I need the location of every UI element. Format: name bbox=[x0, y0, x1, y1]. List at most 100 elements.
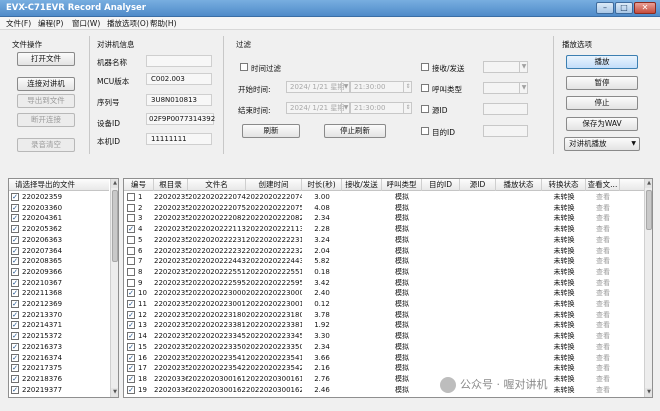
checkbox[interactable]: ✓ bbox=[11, 214, 19, 223]
checkbox[interactable]: ✓ bbox=[11, 364, 19, 373]
view-link[interactable]: 查看 bbox=[586, 331, 620, 341]
dest-id-input[interactable] bbox=[483, 125, 528, 137]
recv-send-checkbox[interactable] bbox=[421, 63, 429, 71]
list-item[interactable]: ✓ 220202359 bbox=[9, 192, 109, 202]
view-link[interactable]: 查看 bbox=[586, 342, 620, 352]
table-row[interactable]: 722020235920220202224431202202022244315.… bbox=[124, 256, 644, 266]
play-button[interactable]: 播放 bbox=[566, 55, 638, 69]
list-item[interactable]: ✓ 220211368 bbox=[9, 288, 109, 298]
list-item[interactable]: ✓ 220217375 bbox=[9, 363, 109, 373]
pause-button[interactable]: 暂停 bbox=[566, 76, 638, 90]
column-header[interactable]: 接收/发送 bbox=[342, 179, 382, 191]
checkbox[interactable]: ✓ bbox=[11, 353, 19, 362]
view-link[interactable]: 查看 bbox=[586, 224, 620, 234]
scroll-thumb[interactable] bbox=[112, 190, 118, 262]
table-scrollbar[interactable]: ▲ ▼ bbox=[644, 179, 652, 397]
checkbox[interactable]: ✓ bbox=[11, 203, 19, 212]
checkbox[interactable]: ✓ bbox=[11, 235, 19, 244]
table-row[interactable]: ✓112202023592022020223001820220202230018… bbox=[124, 299, 644, 309]
view-link[interactable]: 查看 bbox=[586, 192, 620, 202]
view-link[interactable]: 查看 bbox=[586, 203, 620, 213]
column-header[interactable]: 文件名 bbox=[188, 179, 246, 191]
column-header[interactable]: 查看文... bbox=[586, 179, 620, 191]
checkbox[interactable]: ✓ bbox=[11, 225, 19, 234]
column-header[interactable]: 转换状态 bbox=[542, 179, 586, 191]
scroll-down-icon[interactable]: ▼ bbox=[645, 388, 652, 397]
checkbox[interactable]: ✓ bbox=[11, 374, 19, 383]
checkbox[interactable]: ✓ bbox=[11, 310, 19, 319]
column-header[interactable]: 源ID bbox=[460, 179, 496, 191]
checkbox[interactable]: ✓ bbox=[11, 321, 19, 330]
list-item[interactable]: ✓ 220210367 bbox=[9, 278, 109, 288]
scroll-up-icon[interactable]: ▲ bbox=[111, 179, 118, 188]
source-id-checkbox[interactable] bbox=[421, 105, 429, 113]
table-row[interactable]: 222020235920220202220754202202022207544.… bbox=[124, 203, 644, 213]
checkbox[interactable]: ✓ bbox=[127, 353, 135, 362]
checkbox[interactable]: ✓ bbox=[127, 289, 135, 298]
view-link[interactable]: 查看 bbox=[586, 363, 620, 373]
checkbox[interactable]: ✓ bbox=[11, 278, 19, 287]
checkbox[interactable]: ✓ bbox=[127, 374, 135, 383]
table-row[interactable]: 922020235920220202225954202202022259543.… bbox=[124, 278, 644, 288]
refresh-button[interactable]: 刷新 bbox=[242, 124, 300, 138]
view-link[interactable]: 查看 bbox=[586, 267, 620, 277]
table-row[interactable]: ✓122202023592022020223180920220202231809… bbox=[124, 310, 644, 320]
menu-file[interactable]: 文件(F) bbox=[6, 18, 31, 29]
table-row[interactable]: ✓422020235920220202221134202202022211342… bbox=[124, 224, 644, 234]
list-item[interactable]: ✓ 220209366 bbox=[9, 267, 109, 277]
column-header[interactable]: 目的ID bbox=[422, 179, 460, 191]
view-link[interactable]: 查看 bbox=[586, 353, 620, 363]
call-type-checkbox[interactable] bbox=[421, 84, 429, 92]
checkbox[interactable]: ✓ bbox=[127, 321, 135, 330]
checkbox[interactable] bbox=[127, 203, 135, 212]
view-link[interactable]: 查看 bbox=[586, 213, 620, 223]
checkbox[interactable]: ✓ bbox=[127, 310, 135, 319]
clear-records-button[interactable]: 录音清空 bbox=[17, 138, 75, 152]
checkbox[interactable]: ✓ bbox=[11, 332, 19, 341]
view-link[interactable]: 查看 bbox=[586, 299, 620, 309]
table-row[interactable]: 322020235920220202220822202202022208222.… bbox=[124, 213, 644, 223]
chevron-down-icon[interactable]: ▼ bbox=[341, 102, 350, 114]
checkbox[interactable] bbox=[127, 257, 135, 266]
list-item[interactable]: ✓ 220212369 bbox=[9, 299, 109, 309]
stop-refresh-button[interactable]: 停止刷新 bbox=[324, 124, 386, 138]
list-item[interactable]: ✓ 220215372 bbox=[9, 331, 109, 341]
checkbox[interactable]: ✓ bbox=[11, 193, 19, 201]
scroll-thumb[interactable] bbox=[646, 190, 652, 230]
chevron-down-icon[interactable]: ▼ bbox=[519, 61, 528, 73]
table-row[interactable]: 122020235920220202220745202202022207453.… bbox=[124, 192, 644, 202]
list-item[interactable]: ✓ 220213370 bbox=[9, 310, 109, 320]
checkbox[interactable] bbox=[127, 246, 135, 255]
column-header[interactable]: 播放状态 bbox=[496, 179, 542, 191]
dest-id-checkbox[interactable] bbox=[421, 127, 429, 135]
checkbox[interactable]: ✓ bbox=[127, 364, 135, 373]
list-item[interactable]: ✓ 220206363 bbox=[9, 235, 109, 245]
chevron-down-icon[interactable]: ▼ bbox=[519, 82, 528, 94]
list-item[interactable]: ✓ 220207364 bbox=[9, 246, 109, 256]
column-header[interactable]: 根目录 bbox=[154, 179, 188, 191]
disconnect-button[interactable]: 断开连接 bbox=[17, 113, 75, 127]
minimize-button[interactable]: – bbox=[596, 2, 614, 14]
maximize-button[interactable]: □ bbox=[615, 2, 633, 14]
table-row[interactable]: ✓172202023592022020223542420220202235424… bbox=[124, 363, 644, 373]
list-scrollbar[interactable]: ▲ ▼ bbox=[110, 179, 118, 397]
view-link[interactable]: 查看 bbox=[586, 288, 620, 298]
table-row[interactable]: 522020235920220202222314202202022223143.… bbox=[124, 235, 644, 245]
open-file-button[interactable]: 打开文件 bbox=[17, 52, 75, 66]
list-item[interactable]: ✓ 220216374 bbox=[9, 353, 109, 363]
menu-playback-options[interactable]: 播放选项(O) bbox=[107, 18, 149, 29]
table-row[interactable]: 822020235920220202225510202202022255100.… bbox=[124, 267, 644, 277]
column-header[interactable]: 创建时间 bbox=[246, 179, 302, 191]
scroll-down-icon[interactable]: ▼ bbox=[111, 388, 118, 397]
time-filter-checkbox[interactable] bbox=[240, 63, 248, 71]
export-file-button[interactable]: 导出到文件 bbox=[17, 94, 75, 108]
checkbox[interactable] bbox=[127, 214, 135, 223]
checkbox[interactable] bbox=[127, 193, 135, 201]
table-row[interactable]: ✓132202023592022020223381720220202233817… bbox=[124, 320, 644, 330]
list-item[interactable]: ✓ 220214371 bbox=[9, 320, 109, 330]
source-id-input[interactable] bbox=[483, 103, 528, 115]
chevron-down-icon[interactable]: ▼ bbox=[341, 81, 350, 93]
list-item[interactable]: ✓ 220204361 bbox=[9, 213, 109, 223]
menu-program[interactable]: 编程(P) bbox=[38, 18, 63, 29]
view-link[interactable]: 查看 bbox=[586, 320, 620, 330]
